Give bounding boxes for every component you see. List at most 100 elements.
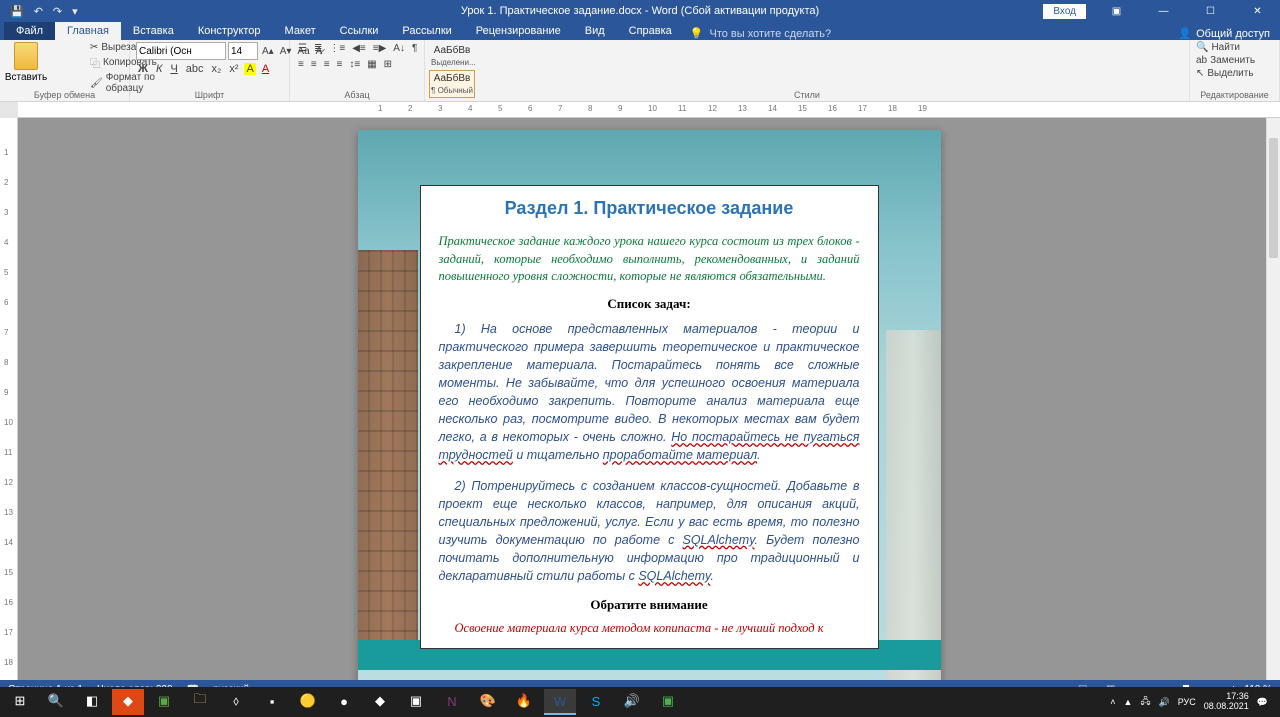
tab-insert[interactable]: Вставка xyxy=(121,22,186,40)
onenote-icon[interactable]: N xyxy=(436,689,468,715)
save-icon[interactable]: 💾 xyxy=(10,5,24,18)
search-taskbar-icon[interactable]: 🔍 xyxy=(40,689,72,715)
align-center-icon[interactable]: ≡ xyxy=(309,58,319,71)
taskbar-app-1[interactable]: ◆ xyxy=(112,689,144,715)
close-icon[interactable]: ✕ xyxy=(1235,0,1280,22)
pilcrow-icon[interactable]: ¶ xyxy=(410,42,419,55)
bold-button[interactable]: Ж xyxy=(136,63,150,75)
start-button[interactable]: ⊞ xyxy=(4,689,36,715)
taskbar-app-11[interactable]: 🎨 xyxy=(472,689,504,715)
taskbar-app-4[interactable]: ⬨ xyxy=(220,689,252,715)
task-1[interactable]: 1) На основе представленных материалов -… xyxy=(439,320,860,465)
maximize-icon[interactable]: ☐ xyxy=(1188,0,1233,22)
intro-paragraph[interactable]: Практическое задание каждого урока нашег… xyxy=(439,233,860,286)
underline-button[interactable]: Ч xyxy=(168,63,179,75)
redo-icon[interactable]: ↷ xyxy=(53,5,62,18)
group-label-paragraph: Абзац xyxy=(290,90,424,100)
tray-volume-icon[interactable]: 🔊 xyxy=(1158,697,1169,708)
taskbar-app-9[interactable]: ▣ xyxy=(400,689,432,715)
ruler-horizontal[interactable]: 12345678910111213141516171819 xyxy=(18,102,1280,118)
taskbar-app-8[interactable]: ◆ xyxy=(364,689,396,715)
find-button[interactable]: 🔍Найти xyxy=(1196,42,1273,53)
group-editing: 🔍Найти abЗаменить ↖Выделить Редактирован… xyxy=(1190,40,1280,101)
system-clock[interactable]: 17:36 08.08.2021 xyxy=(1204,692,1249,712)
decorative-building-right xyxy=(886,330,941,680)
taskbar-app-15[interactable]: 🔊 xyxy=(616,689,648,715)
group-font: A▴ A▾ Aa A̷ Ж К Ч abc x₂ x² A A Шрифт xyxy=(130,40,290,101)
tab-home[interactable]: Главная xyxy=(55,22,121,40)
ribbon: Вставить ✂Вырезать ⿻Копировать 🖌Формат п… xyxy=(0,40,1280,102)
share-button[interactable]: Общий доступ xyxy=(1196,28,1270,40)
numbering-icon[interactable]: ≣ xyxy=(312,42,324,55)
tell-me-input[interactable]: Что вы хотите сделать? xyxy=(710,28,832,40)
warning-paragraph[interactable]: Освоение материала курса методом копипас… xyxy=(439,621,860,636)
shading-icon[interactable]: ▦ xyxy=(365,58,378,71)
pycharm-icon[interactable]: ▣ xyxy=(148,689,180,715)
indent-inc-icon[interactable]: ≡▶ xyxy=(371,42,389,55)
tab-review[interactable]: Рецензирование xyxy=(464,22,573,40)
undo-icon[interactable]: ↶ xyxy=(34,5,43,18)
notifications-icon[interactable]: 💬 xyxy=(1257,697,1268,708)
search-icon: 🔍 xyxy=(1196,42,1208,53)
group-paragraph: ☰ ≣ ⋮≡ ◀≡ ≡▶ A↓ ¶ ≡ ≡ ≡ ≡ ↕≡ ▦ ⊞ Абзац xyxy=(290,40,425,101)
tray-chevron-icon[interactable]: ˄ xyxy=(1110,697,1115,707)
taskbar-app-7[interactable]: ● xyxy=(328,689,360,715)
select-button[interactable]: ↖Выделить xyxy=(1196,68,1273,79)
minimize-icon[interactable]: — xyxy=(1141,0,1186,22)
doc-heading[interactable]: Раздел 1. Практическое задание xyxy=(439,198,860,219)
terminal-icon[interactable]: ▪ xyxy=(256,689,288,715)
font-size-select[interactable] xyxy=(228,42,258,60)
font-name-select[interactable] xyxy=(136,42,226,60)
ribbon-options-icon[interactable]: ▣ xyxy=(1094,0,1139,22)
highlight-button[interactable]: A xyxy=(244,63,255,75)
login-button[interactable]: Вход xyxy=(1043,4,1086,19)
tab-design[interactable]: Конструктор xyxy=(186,22,273,40)
chrome-icon[interactable]: 🟡 xyxy=(292,689,324,715)
scissors-icon: ✂ xyxy=(90,42,98,53)
qat-more-icon[interactable]: ▾ xyxy=(72,5,78,18)
paste-button[interactable]: Вставить xyxy=(6,42,46,96)
indent-dec-icon[interactable]: ◀≡ xyxy=(350,42,368,55)
align-right-icon[interactable]: ≡ xyxy=(322,58,332,71)
word-taskbar-icon[interactable]: W xyxy=(544,689,576,715)
subscript-button[interactable]: x₂ xyxy=(210,63,224,75)
replace-button[interactable]: abЗаменить xyxy=(1196,55,1273,66)
tray-app-icon[interactable]: ▲ xyxy=(1124,697,1133,707)
bullets-icon[interactable]: ☰ xyxy=(296,42,309,55)
font-color-button[interactable]: A xyxy=(260,63,271,75)
content-box[interactable]: Раздел 1. Практическое задание Практичес… xyxy=(420,185,879,649)
tab-view[interactable]: Вид xyxy=(573,22,617,40)
justify-icon[interactable]: ≡ xyxy=(335,58,345,71)
tab-references[interactable]: Ссылки xyxy=(328,22,391,40)
borders-icon[interactable]: ⊞ xyxy=(382,58,394,71)
line-spacing-icon[interactable]: ↕≡ xyxy=(347,58,362,71)
tab-help[interactable]: Справка xyxy=(617,22,684,40)
ruler-vertical[interactable]: 123456789101112131415161718 xyxy=(0,118,18,680)
sort-icon[interactable]: A↓ xyxy=(391,42,407,55)
taskbar-app-16[interactable]: ▣ xyxy=(652,689,684,715)
strike-button[interactable]: abc xyxy=(184,63,206,75)
tab-layout[interactable]: Макет xyxy=(273,22,328,40)
tray-language[interactable]: РУС xyxy=(1178,697,1196,707)
attention-heading[interactable]: Обратите внимание xyxy=(439,597,860,613)
scrollbar-vertical[interactable] xyxy=(1266,118,1280,680)
explorer-icon[interactable]: 🗀 xyxy=(184,689,216,715)
ribbon-tabs: Файл Главная Вставка Конструктор Макет С… xyxy=(0,22,1280,40)
task-2[interactable]: 2) Потренируйтесь с созданием классов-су… xyxy=(439,477,860,586)
skype-icon[interactable]: S xyxy=(580,689,612,715)
align-left-icon[interactable]: ≡ xyxy=(296,58,306,71)
multilevel-icon[interactable]: ⋮≡ xyxy=(327,42,347,55)
tab-mailings[interactable]: Рассылки xyxy=(390,22,463,40)
task-list-heading[interactable]: Список задач: xyxy=(439,296,860,312)
tab-file[interactable]: Файл xyxy=(4,22,55,40)
task-view-icon[interactable]: ◧ xyxy=(76,689,108,715)
taskbar-app-12[interactable]: 🔥 xyxy=(508,689,540,715)
group-clipboard: Вставить ✂Вырезать ⿻Копировать 🖌Формат п… xyxy=(0,40,130,101)
tray-network-icon[interactable]: 🖧 xyxy=(1140,694,1150,710)
lightbulb-icon: 💡 xyxy=(690,27,704,40)
superscript-button[interactable]: x² xyxy=(227,63,240,75)
style-item-0[interactable]: АаБбВвВыделени... xyxy=(429,42,475,70)
italic-button[interactable]: К xyxy=(154,63,164,75)
scrollbar-thumb[interactable] xyxy=(1269,138,1278,258)
grow-font-icon[interactable]: A▴ xyxy=(260,45,276,58)
